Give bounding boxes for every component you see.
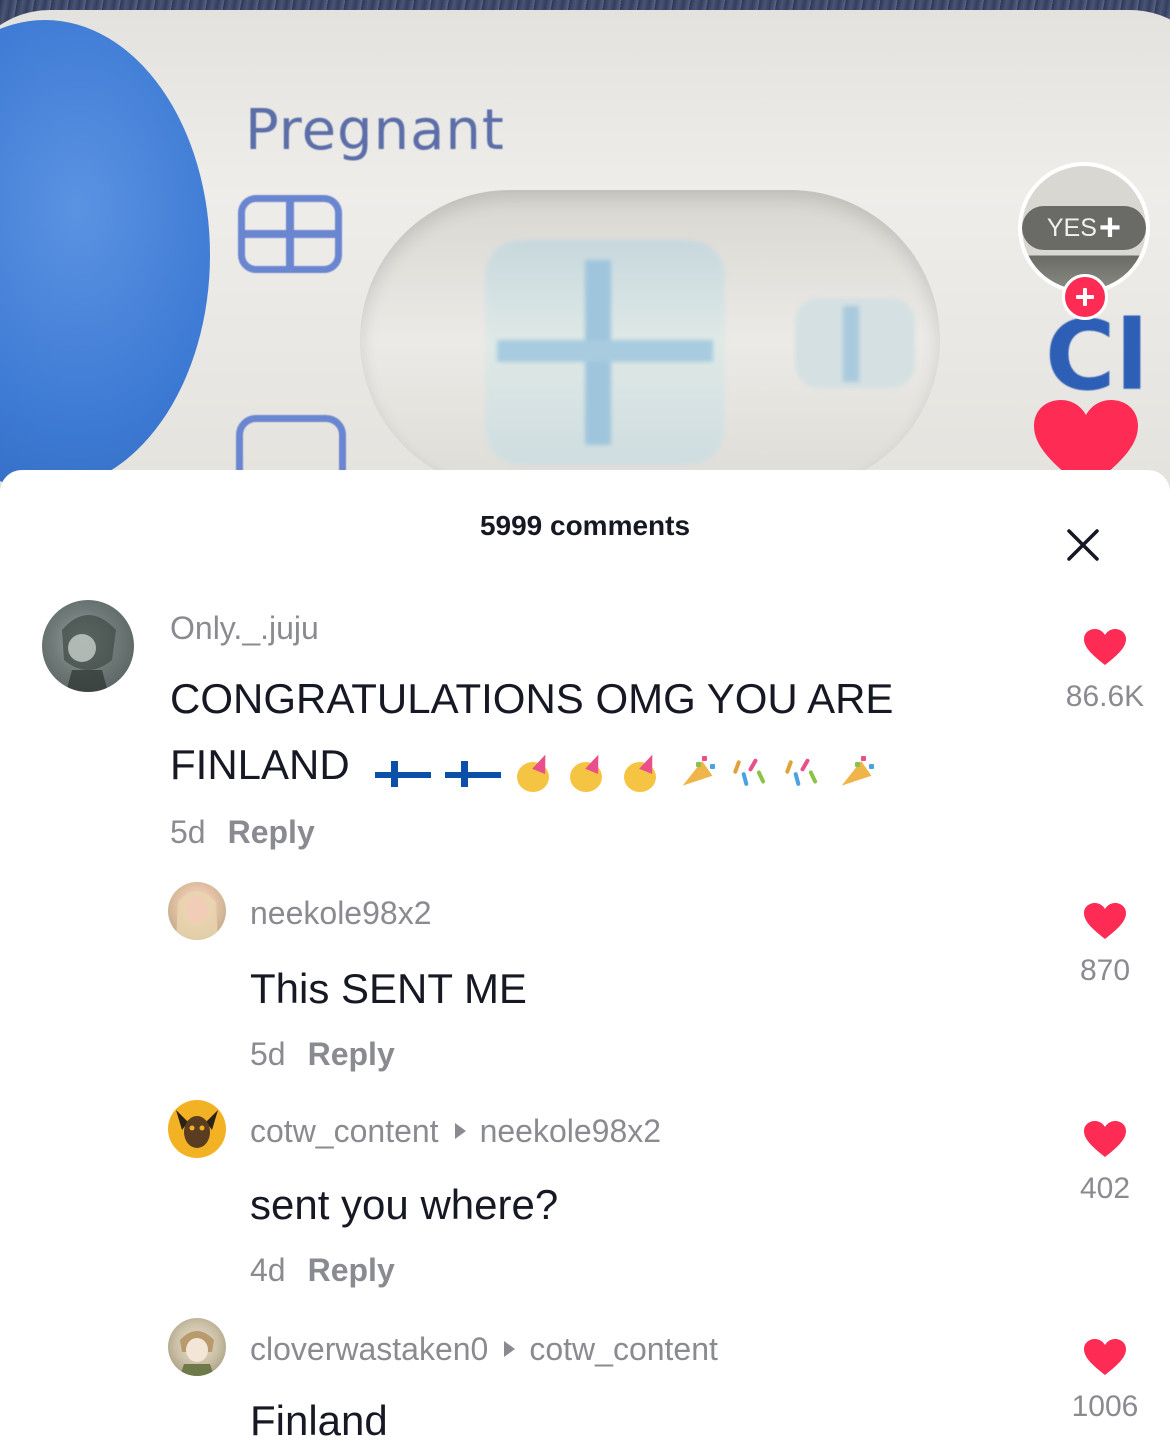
triangle-right-icon (504, 1341, 516, 1357)
heart-icon (1084, 629, 1126, 665)
avatar[interactable] (168, 1318, 226, 1376)
comment-username-link[interactable]: cloverwastaken0 (250, 1331, 488, 1367)
reply-button[interactable]: Reply (308, 1036, 395, 1072)
follow-button[interactable] (1062, 274, 1108, 320)
confetti-ball-icon (731, 754, 771, 794)
finland-flag-icon (375, 760, 432, 787)
comments-sheet: 5999 comments Only._.juju CONGRATULATION… (0, 470, 1170, 1444)
comment-meta: 5d Reply (170, 814, 315, 851)
reply-to-username[interactable]: neekole98x2 (480, 1113, 661, 1149)
video-player[interactable]: Pregnant Cl (0, 0, 1170, 500)
comment-username[interactable]: Only._.juju (170, 610, 319, 647)
comment-like-count: 402 (1079, 1172, 1131, 1205)
finland-flag-icon (445, 760, 502, 787)
video-test-label: Pregnant (245, 98, 505, 163)
comment-text: CONGRATULATIONS OMG YOU ARE FINLAND (170, 666, 970, 804)
creator-avatar-image: YES + (1022, 166, 1146, 290)
reply-to-username[interactable]: cotw_content (529, 1331, 718, 1367)
heart-icon (1084, 903, 1126, 939)
avatar[interactable] (42, 600, 134, 692)
comment-username: cotw_content neekole98x2 (250, 1113, 661, 1150)
reply-button[interactable]: Reply (308, 1252, 395, 1288)
confetti-ball-icon (783, 754, 823, 794)
comment-age: 5d (250, 1036, 286, 1072)
party-popper-icon (676, 754, 720, 794)
comment-like-count: 1006 (1071, 1390, 1139, 1423)
comment-age: 5d (170, 814, 206, 850)
comment-age: 4d (250, 1252, 286, 1288)
video-plus-symbol (238, 195, 342, 273)
partying-face-icon (515, 751, 557, 794)
comments-count-title: 5999 comments (479, 510, 691, 541)
close-icon[interactable] (1063, 525, 1103, 565)
comment-emoji-group (375, 738, 878, 804)
comment-like-button[interactable]: 86.6K (1040, 628, 1170, 714)
comment-meta: 5d Reply (250, 1036, 395, 1073)
heart-icon (1084, 1121, 1126, 1157)
comment-meta: 4d Reply (250, 1252, 395, 1289)
video-control-window (795, 298, 915, 388)
creator-avatar-plus-text: + (1098, 207, 1122, 249)
comment-like-count: 86.6K (1065, 680, 1145, 713)
comment-username: cloverwastaken0 cotw_content (250, 1331, 718, 1368)
partying-face-icon (568, 751, 610, 794)
reply-button[interactable]: Reply (228, 814, 315, 850)
comment-like-count: 870 (1079, 954, 1131, 987)
party-popper-icon (835, 754, 879, 794)
heart-icon (1084, 1339, 1126, 1375)
comment-text: sent you where? (250, 1181, 559, 1228)
comment-username-link[interactable]: cotw_content (250, 1113, 439, 1149)
partying-face-icon (622, 751, 664, 794)
triangle-right-icon (454, 1123, 466, 1139)
comment-text: Finland (250, 1397, 388, 1444)
comment-like-button[interactable]: 870 (1040, 902, 1170, 988)
comment-text: This SENT ME (250, 965, 527, 1012)
avatar[interactable] (168, 882, 226, 940)
plus-icon (1076, 288, 1094, 306)
avatar[interactable] (168, 1100, 226, 1158)
creator-avatar-yes-pill: YES + (1022, 206, 1146, 250)
comment-like-button[interactable]: 402 (1040, 1120, 1170, 1206)
video-result-window (485, 240, 725, 465)
comment-like-button[interactable]: 1006 (1040, 1338, 1170, 1424)
comment-username[interactable]: neekole98x2 (250, 895, 431, 932)
creator-avatar-yes-text: YES (1046, 213, 1097, 242)
